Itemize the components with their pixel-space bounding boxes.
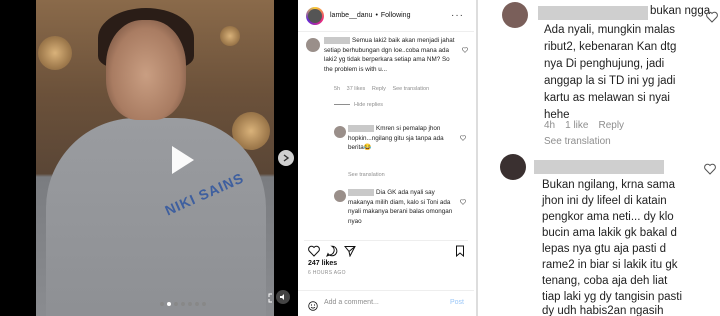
redacted-username: [348, 188, 374, 196]
carousel-dot-active: [167, 302, 171, 306]
comment-meta: 5h 37 likes Reply See translation: [334, 86, 434, 92]
emoji-icon[interactable]: [308, 298, 318, 311]
person-body: [46, 118, 266, 316]
redacted-username: [348, 124, 374, 132]
like-heart-icon[interactable]: [308, 244, 320, 257]
comment-line: jhon ini dy lifeel di katain: [542, 195, 667, 207]
zoomed-comments-panel: bukan ngga Ada nyali, mungkin malas ribu…: [476, 0, 720, 316]
add-comment-input[interactable]: Add a comment...: [324, 299, 379, 306]
share-icon[interactable]: [343, 244, 356, 258]
avatar[interactable]: [500, 154, 526, 180]
post-username[interactable]: lambe__danu: [330, 12, 372, 19]
carousel-dot: [195, 302, 199, 306]
comment-line: kartu as melawan si nyai: [544, 92, 670, 104]
redacted-username: [324, 36, 350, 44]
comment-likes[interactable]: 1 like: [565, 120, 588, 131]
heart-icon[interactable]: [460, 128, 466, 141]
comment-meta: 4h 1 like Reply: [544, 120, 634, 131]
comment-age: 4h: [544, 120, 556, 131]
play-icon[interactable]: [160, 140, 200, 180]
post-header: lambe__danu • Following ···: [298, 0, 474, 32]
avatar[interactable]: [334, 126, 346, 138]
heart-icon[interactable]: [704, 162, 716, 175]
mute-button[interactable]: [276, 290, 290, 304]
comment-line: Ada nyali, mungkin malas: [544, 24, 676, 36]
heart-icon[interactable]: [462, 40, 468, 53]
post-action-bar: [304, 240, 468, 258]
instagram-post-screenshot: NIKI SAINS lambe__danu • Following ··· S…: [0, 0, 474, 316]
comment-likes[interactable]: 37 likes: [347, 86, 366, 92]
avatar[interactable]: [502, 2, 528, 28]
comment-line: bucin ama lakik gk bakal d: [542, 227, 677, 239]
comment-line: pengkor ama neti... dy klo: [542, 211, 674, 223]
avatar[interactable]: [306, 38, 320, 52]
more-options-icon[interactable]: ···: [451, 10, 464, 21]
comment-line: dy udh habis2an ngasih: [542, 305, 664, 316]
carousel-dot: [174, 302, 178, 306]
follow-status[interactable]: Following: [381, 12, 411, 19]
heart-icon[interactable]: [460, 192, 466, 205]
carousel-dots: [160, 302, 206, 306]
comment-line: rame2 in biar si lakik itu gk: [542, 259, 678, 271]
next-slide-button[interactable]: [278, 150, 294, 166]
expand-icon[interactable]: [268, 290, 274, 303]
carousel-dot: [202, 302, 206, 306]
redacted-username: [534, 160, 664, 174]
avatar[interactable]: [306, 6, 324, 25]
see-translation-link[interactable]: See translation: [544, 136, 611, 147]
comment-line: nya Di penghujung, jadi: [544, 58, 665, 70]
reply-text: Kmren si pemalap jhon hopkin...ngilang g…: [348, 124, 444, 151]
see-translation-link[interactable]: See translation: [348, 172, 385, 178]
video-frame[interactable]: NIKI SAINS: [36, 0, 274, 316]
post-side-panel: lambe__danu • Following ··· Semua laki2 …: [298, 0, 474, 316]
reply-text: Dia GK ada nyali say makanya milih diam,…: [348, 188, 453, 225]
carousel-dot: [160, 302, 164, 306]
comment-line: anggap la si TD ini yg jadi: [544, 75, 676, 87]
wall-lamp: [220, 26, 240, 46]
carousel-dot: [181, 302, 185, 306]
person-face: [106, 20, 186, 120]
reply-button[interactable]: Reply: [598, 120, 624, 131]
wall-lamp: [38, 36, 72, 70]
add-comment-bar: Add a comment... Post: [298, 290, 474, 316]
comment-line: tenang, coba aja deh liat: [542, 275, 668, 287]
post-timestamp: 6 HOURS AGO: [308, 270, 346, 276]
comment-line: Bukan ngilang, krna sama: [542, 179, 675, 191]
separator-dot: •: [375, 12, 378, 19]
comment-line: lepas nya gtu aja pasti d: [542, 243, 667, 255]
comment-text: Semua laki2 baik akan menjadi jahat seti…: [324, 36, 455, 73]
avatar[interactable]: [334, 190, 346, 202]
likes-count[interactable]: 247 likes: [308, 260, 337, 267]
post-comment-button[interactable]: Post: [450, 299, 464, 306]
redacted-username: [538, 6, 648, 20]
see-translation-link[interactable]: See translation: [392, 86, 429, 92]
comment-age: 5h: [334, 86, 341, 92]
heart-icon[interactable]: [706, 10, 718, 23]
bookmark-icon[interactable]: [454, 244, 466, 258]
reply-button[interactable]: Reply: [372, 86, 386, 92]
comment-icon[interactable]: [326, 244, 338, 257]
hide-replies-link[interactable]: Hide replies: [334, 102, 383, 108]
comment-lead-text: bukan ngga: [650, 5, 711, 17]
comment-line: ribut2, kebenaran Kan dtg: [544, 41, 677, 53]
carousel-dot: [188, 302, 192, 306]
